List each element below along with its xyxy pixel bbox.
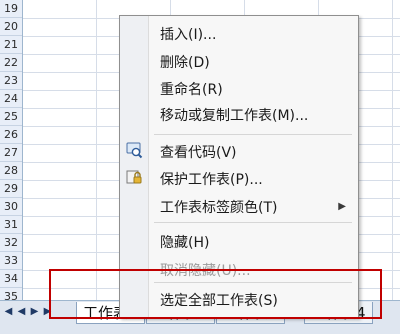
row-number[interactable]: 21 (0, 36, 22, 54)
first-sheet-nav-icon[interactable]: ◀ (2, 305, 15, 319)
menu-item-insert[interactable]: 插入(I)... (160, 24, 216, 44)
row-number[interactable]: 25 (0, 108, 22, 126)
menu-item-move-copy[interactable]: 移动或复制工作表(M)... (160, 105, 308, 125)
menu-separator (154, 134, 352, 135)
menu-item-tab-color[interactable]: 工作表标签颜色(T) (160, 197, 277, 217)
menu-item-view-code[interactable]: 查看代码(V) (160, 142, 237, 162)
menu-separator (154, 222, 352, 223)
row-number[interactable]: 24 (0, 90, 22, 108)
row-number[interactable]: 20 (0, 18, 22, 36)
row-number[interactable]: 35 (0, 288, 22, 300)
row-number[interactable]: 33 (0, 252, 22, 270)
row-number[interactable]: 19 (0, 0, 22, 18)
row-header-column: 19 20 21 22 23 24 25 26 27 28 29 30 31 3… (0, 0, 23, 300)
row-number[interactable]: 34 (0, 270, 22, 288)
highlight-box (49, 269, 382, 319)
row-number[interactable]: 22 (0, 54, 22, 72)
menu-item-rename[interactable]: 重命名(R) (160, 79, 223, 99)
row-number[interactable]: 30 (0, 198, 22, 216)
row-number[interactable]: 29 (0, 180, 22, 198)
protect-sheet-icon (125, 168, 143, 186)
prev-sheet-nav-icon[interactable]: ◀ (15, 305, 28, 319)
row-number[interactable]: 32 (0, 234, 22, 252)
row-number[interactable]: 28 (0, 162, 22, 180)
menu-item-protect-sheet[interactable]: 保护工作表(P)... (160, 169, 263, 189)
view-code-icon (125, 141, 143, 159)
row-number[interactable]: 27 (0, 144, 22, 162)
submenu-arrow-icon: ▶ (338, 201, 346, 212)
menu-item-hide[interactable]: 隐藏(H) (160, 232, 209, 252)
row-number[interactable]: 23 (0, 72, 22, 90)
next-sheet-nav-icon[interactable]: ▶ (28, 305, 41, 319)
grid-line (96, 0, 97, 300)
row-number[interactable]: 31 (0, 216, 22, 234)
row-number[interactable]: 26 (0, 126, 22, 144)
grid-line (392, 0, 393, 300)
menu-item-delete[interactable]: 删除(D) (160, 52, 210, 72)
